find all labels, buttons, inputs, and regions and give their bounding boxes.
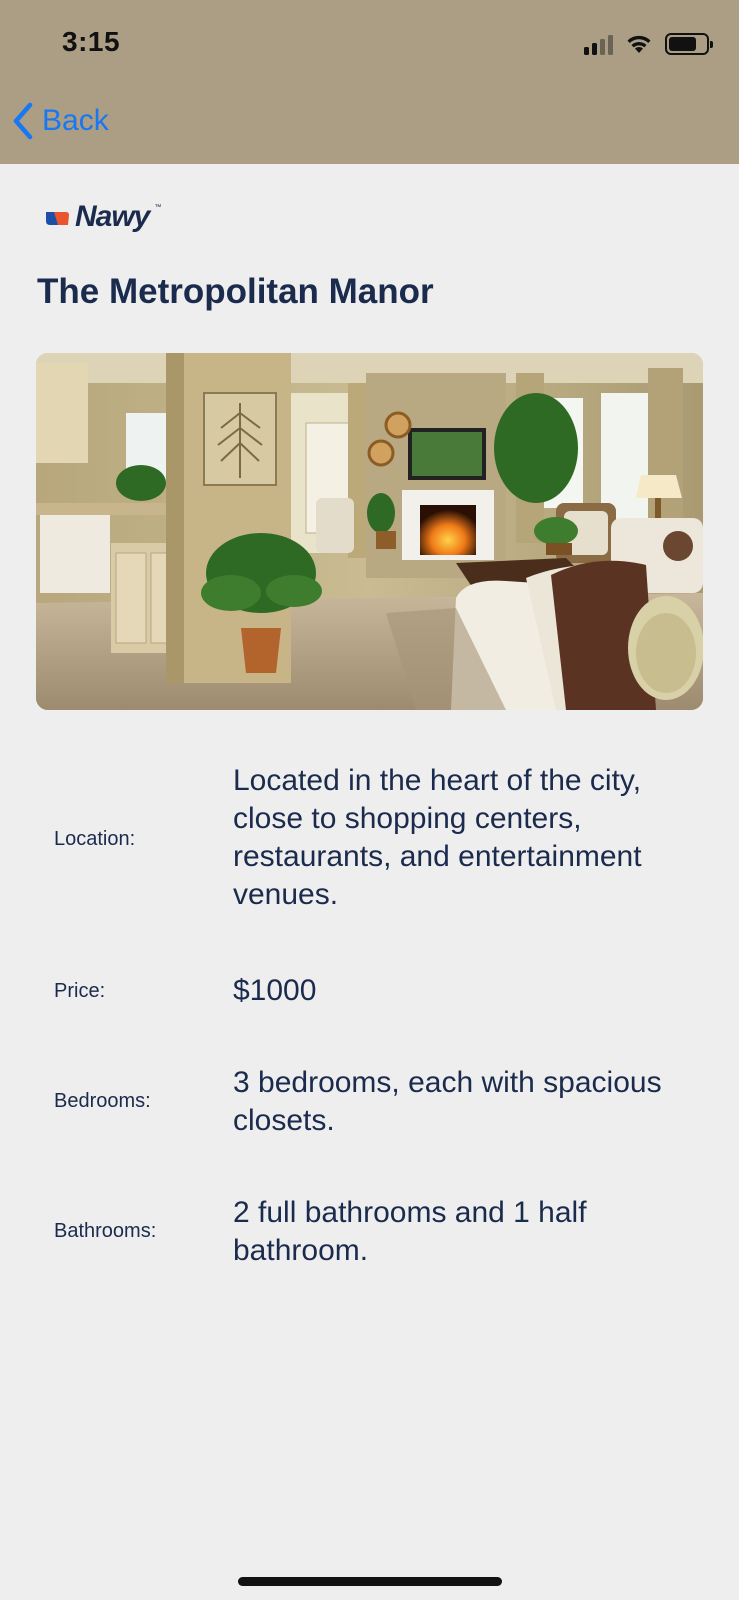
location-label: Location: <box>54 828 136 850</box>
bathrooms-value: 2 full bathrooms and 1 half bathroom. <box>233 1196 587 1267</box>
logo-text: Nawy <box>75 200 150 233</box>
listing-title: The Metropolitan Manor <box>37 272 434 311</box>
location-value: Located in the heart of the city, close … <box>233 764 642 911</box>
battery-icon <box>665 33 713 55</box>
logo-mark-icon <box>46 212 69 225</box>
header-bar: 3:15 Back <box>0 0 739 164</box>
bedrooms-label: Bedrooms: <box>54 1090 151 1112</box>
back-button-label: Back <box>42 104 109 137</box>
back-button[interactable]: Back <box>12 102 109 140</box>
price-label: Price: <box>54 980 106 1002</box>
screen: 3:15 Back Nawy ™ The Metropolitan Manor … <box>0 0 739 1600</box>
home-indicator[interactable] <box>238 1577 502 1586</box>
wifi-icon <box>627 35 651 53</box>
status-time: 3:15 <box>62 26 121 57</box>
bedrooms-value: 3 bedrooms, each with spacious closets. <box>233 1066 662 1137</box>
logo-trademark: ™ <box>154 204 162 211</box>
price-value: $1000 <box>233 974 317 1007</box>
bathrooms-label: Bathrooms: <box>54 1220 157 1242</box>
status-icons <box>584 32 713 56</box>
chevron-left-icon <box>13 102 33 140</box>
property-photo <box>36 353 703 710</box>
brand-logo: Nawy ™ <box>46 200 161 234</box>
living-room-image <box>36 353 703 710</box>
cellular-signal-icon <box>584 33 613 55</box>
